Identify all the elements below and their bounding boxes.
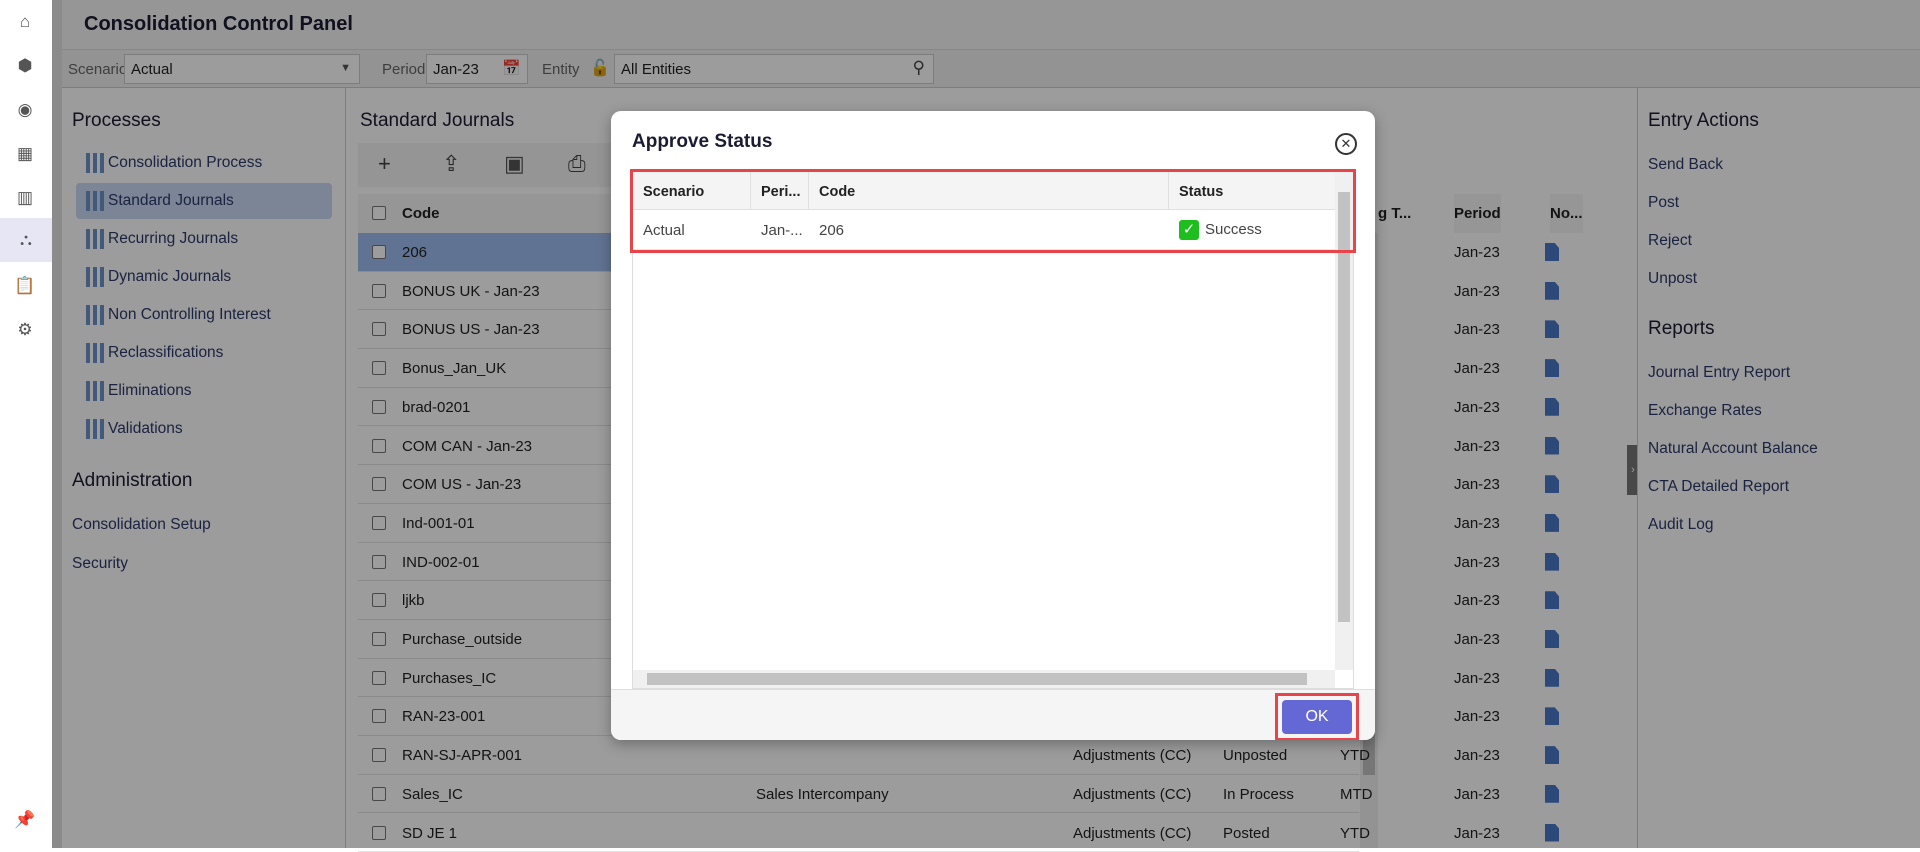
clipboard-check-icon[interactable]: 📋 — [8, 269, 42, 303]
pin-icon[interactable]: 📌 — [8, 803, 42, 837]
gear-icon[interactable]: ⚙ — [8, 313, 42, 347]
home-icon[interactable]: ⌂ — [8, 5, 42, 39]
grid-icon[interactable]: ▦ — [8, 137, 42, 171]
hierarchy-icon[interactable]: ⛬ — [0, 218, 52, 262]
dialog-horizontal-scrollbar[interactable] — [633, 670, 1335, 688]
dialog-title: Approve Status — [632, 131, 772, 153]
highlight-box — [630, 169, 1356, 253]
report-icon[interactable]: ▥ — [8, 181, 42, 215]
dialog-footer: OK — [611, 689, 1375, 740]
highlight-box — [1275, 693, 1359, 740]
target-icon[interactable]: ◉ — [8, 93, 42, 127]
close-icon[interactable]: ✕ — [1335, 133, 1357, 155]
approve-status-dialog: Approve Status ✕ Scenario Peri... Code S… — [611, 111, 1375, 740]
cube-icon[interactable]: ⬢ — [8, 49, 42, 83]
